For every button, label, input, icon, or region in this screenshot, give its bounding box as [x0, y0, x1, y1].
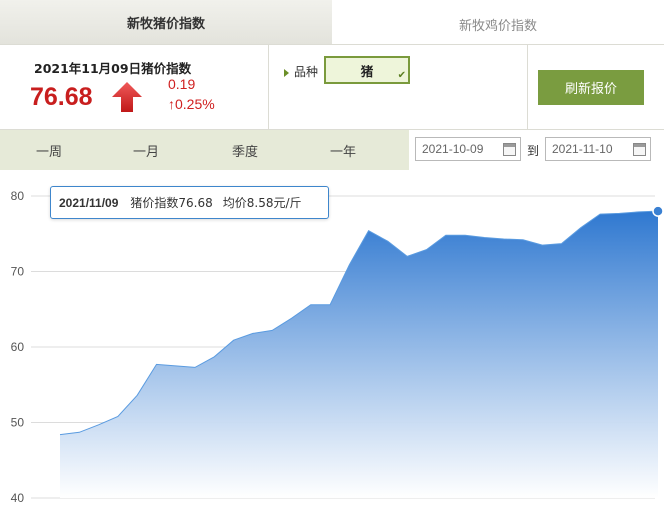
end-date-value: 2021-11-10 [552, 142, 613, 156]
data-point[interactable] [211, 354, 217, 360]
divider [268, 45, 269, 131]
tab-pig-price-index[interactable]: 新牧猪价指数 [0, 0, 332, 44]
data-point[interactable] [443, 232, 449, 238]
range-button-bar: 一周 一月 季度 一年 [0, 130, 409, 170]
series-area [60, 211, 658, 498]
end-date-input[interactable]: 2021-11-10 [545, 137, 651, 161]
data-point[interactable] [134, 392, 140, 398]
range-year-button[interactable]: 一年 [308, 130, 378, 170]
range-week-button[interactable]: 一周 [14, 130, 84, 170]
triangle-right-icon [284, 69, 289, 77]
data-point[interactable] [578, 225, 584, 231]
data-point[interactable] [154, 361, 160, 367]
y-tick-label: 80 [11, 189, 25, 203]
range-selector: 一周 一月 季度 一年 2021-10-09 到 2021-11-10 [0, 130, 664, 170]
price-index-chart: 40 50 60 70 80 2021/11/09 猪价指数76.68 均价8.58元/… [0, 170, 664, 515]
data-point[interactable] [404, 253, 410, 259]
data-point[interactable] [289, 315, 295, 321]
data-point[interactable] [250, 330, 256, 336]
calendar-icon[interactable] [503, 143, 516, 156]
data-point[interactable] [269, 327, 275, 333]
y-tick-label: 40 [11, 491, 25, 505]
date-range-to-label: 到 [527, 144, 540, 158]
highlighted-data-point[interactable] [652, 205, 664, 217]
calendar-icon[interactable] [633, 143, 646, 156]
data-point[interactable] [173, 363, 179, 369]
up-arrow-icon [112, 82, 142, 112]
index-tabs: 新牧猪价指数 新牧鸡价指数 [0, 0, 664, 44]
check-icon: ✔ [397, 70, 406, 81]
chart-plot: 40 50 60 70 80 [11, 189, 664, 505]
refresh-price-button[interactable]: 刷新报价 [538, 70, 644, 105]
tooltip-date: 2021/11/09 [59, 195, 119, 210]
data-point[interactable] [192, 364, 198, 370]
data-point[interactable] [115, 414, 121, 420]
data-point[interactable] [346, 262, 352, 268]
divider [527, 45, 528, 131]
change-amount: 0.19 [168, 76, 196, 92]
index-date-title: 2021年11月09日猪价指数 [34, 61, 192, 76]
summary-panel: 2021年11月09日猪价指数 76.68 0.19 ↑0.25% 品种 猪 ✔… [0, 44, 664, 131]
data-point[interactable] [520, 237, 526, 243]
change-percent: ↑0.25% [168, 96, 215, 112]
data-point[interactable] [559, 241, 565, 247]
variety-select[interactable]: 猪 ✔ [324, 56, 410, 84]
data-point[interactable] [597, 211, 603, 217]
data-point[interactable] [481, 235, 487, 241]
variety-label: 品种 [294, 65, 319, 79]
data-point[interactable] [424, 247, 430, 253]
tab-chicken-price-index[interactable]: 新牧鸡价指数 [332, 0, 664, 44]
data-point[interactable] [57, 432, 63, 438]
pig-price-index-widget: 新牧猪价指数 新牧鸡价指数 2021年11月09日猪价指数 76.68 0.19… [0, 0, 664, 515]
y-tick-label: 70 [11, 265, 25, 279]
start-date-input[interactable]: 2021-10-09 [415, 137, 521, 161]
y-tick-label: 50 [11, 416, 25, 430]
y-tick-label: 60 [11, 340, 25, 354]
data-point[interactable] [231, 337, 237, 343]
variety-selected-value: 猪 [360, 63, 374, 79]
data-point[interactable] [539, 242, 545, 248]
chart-tooltip: 2021/11/09 猪价指数76.68 均价8.58元/斤 [50, 186, 329, 219]
data-point[interactable] [385, 238, 391, 244]
data-point[interactable] [501, 236, 507, 242]
data-point[interactable] [616, 210, 622, 216]
tooltip-average: 均价8.58元/斤 [222, 196, 302, 210]
data-point[interactable] [96, 422, 102, 428]
range-month-button[interactable]: 一月 [111, 130, 181, 170]
data-point[interactable] [366, 228, 372, 234]
data-point[interactable] [636, 209, 642, 215]
tooltip-index: 猪价指数76.68 [130, 196, 213, 210]
data-point[interactable] [327, 302, 333, 308]
data-point[interactable] [308, 302, 314, 308]
data-point[interactable] [462, 232, 468, 238]
index-value: 76.68 [30, 83, 93, 111]
data-point[interactable] [76, 429, 82, 435]
range-quarter-button[interactable]: 季度 [210, 130, 280, 170]
start-date-value: 2021-10-09 [422, 142, 484, 156]
